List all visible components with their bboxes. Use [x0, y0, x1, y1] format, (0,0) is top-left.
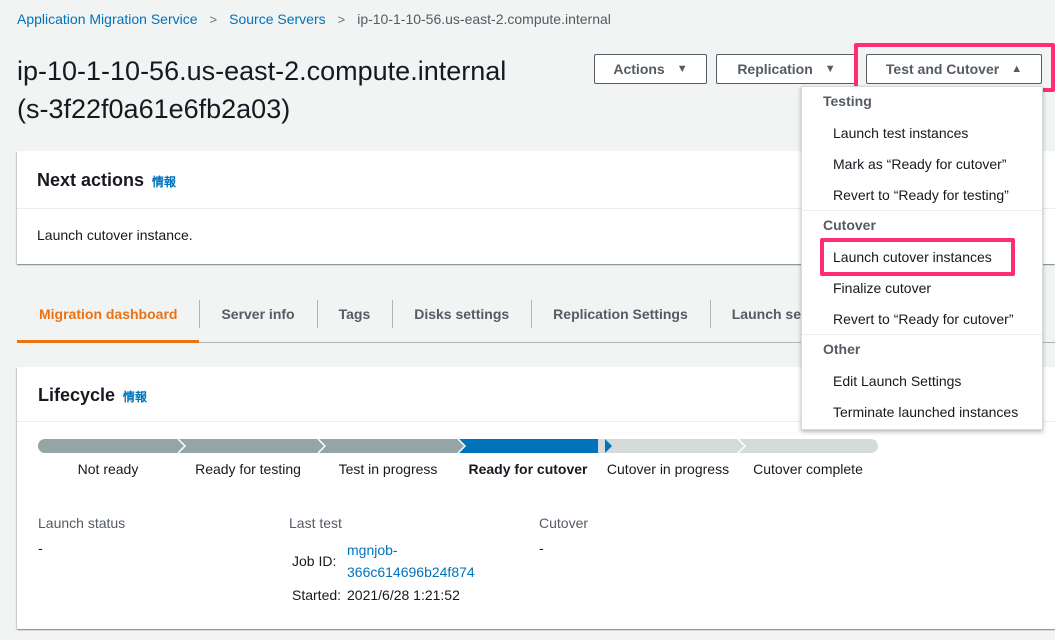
lifecycle-segment-cutover-complete [738, 439, 878, 453]
cutover-value: - [539, 540, 544, 556]
test-and-cutover-menu: Testing Launch test instances Mark as “R… [801, 86, 1043, 430]
chevron-right-icon: > [337, 11, 346, 27]
lifecycle-title: Lifecycle [38, 385, 116, 405]
menu-group-header: Other [823, 341, 861, 357]
menu-group-header: Testing [823, 93, 872, 109]
lifecycle-step-label: Not ready [77, 461, 139, 477]
job-id-line-1: mgnjob- [347, 542, 398, 558]
breadcrumb-link-mgn[interactable]: Application Migration Service [17, 11, 198, 27]
tab-migration-dashboard[interactable]: Migration dashboard [17, 298, 200, 343]
menu-item-edit-launch-settings[interactable]: Edit Launch Settings [802, 365, 1042, 396]
caret-up-icon: ▲ [1011, 63, 1023, 75]
test-and-cutover-button[interactable]: Test and Cutover ▲ [866, 54, 1042, 84]
menu-item-launch-cutover-instances[interactable]: Launch cutover instances [802, 241, 1042, 272]
page-title-hostname: ip-10-1-10-56.us-east-2.compute.internal [17, 56, 507, 86]
lifecycle-step-label-current: Ready for cutover [468, 461, 588, 477]
last-test-label: Last test [289, 515, 342, 531]
menu-group-other: Other Edit Launch Settings Terminate lau… [802, 334, 1042, 427]
replication-button-label: Replication [737, 61, 813, 77]
launch-status-label: Launch status [38, 515, 126, 531]
breadcrumb: Application Migration Service > Source S… [17, 11, 611, 27]
menu-group-header: Cutover [823, 217, 876, 233]
lifecycle-progress-bar [38, 439, 878, 453]
menu-item-revert-ready-for-cutover[interactable]: Revert to “Ready for cutover” [802, 303, 1042, 334]
breadcrumb-current: ip-10-1-10-56.us-east-2.compute.internal [357, 11, 611, 27]
launch-status-value: - [38, 540, 43, 556]
job-id-label: Job ID: [292, 553, 337, 569]
menu-item-mark-ready-for-cutover[interactable]: Mark as “Ready for cutover” [802, 148, 1042, 179]
tab-disks-settings[interactable]: Disks settings [392, 298, 531, 343]
test-and-cutover-button-label: Test and Cutover [885, 61, 1000, 77]
menu-group-cutover: Cutover Launch cutover instances Finaliz… [802, 210, 1042, 334]
menu-item-revert-ready-for-testing[interactable]: Revert to “Ready for testing” [802, 179, 1042, 210]
lifecycle-step-label: Test in progress [338, 461, 438, 477]
info-link[interactable]: 情報 [123, 390, 147, 404]
lifecycle-segment-not-ready [38, 439, 185, 453]
caret-down-icon: ▼ [824, 63, 836, 75]
lifecycle-step-label: Cutover in progress [606, 461, 730, 477]
menu-item-terminate-launched-instances[interactable]: Terminate launched instances [802, 396, 1042, 427]
menu-group-testing: Testing Launch test instances Mark as “R… [802, 87, 1042, 210]
chevron-right-icon: > [209, 11, 218, 27]
lifecycle-step-label: Ready for testing [195, 461, 301, 477]
breadcrumb-link-source-servers[interactable]: Source Servers [229, 11, 325, 27]
actions-button[interactable]: Actions ▼ [594, 54, 707, 84]
caret-down-icon: ▼ [676, 63, 688, 75]
next-actions-title: Next actions [37, 170, 145, 190]
menu-item-finalize-cutover[interactable]: Finalize cutover [802, 272, 1042, 303]
tab-tags[interactable]: Tags [316, 298, 393, 343]
job-id-line-2: 366c614696b24f874 [347, 564, 475, 580]
cutover-label: Cutover [539, 515, 589, 531]
tab-server-info[interactable]: Server info [199, 298, 316, 343]
menu-item-launch-test-instances[interactable]: Launch test instances [802, 117, 1042, 148]
lifecycle-segment-test-in-progress [318, 439, 465, 453]
info-link[interactable]: 情報 [152, 175, 176, 189]
lifecycle-step-label: Cutover complete [753, 461, 863, 477]
page-title: ip-10-1-10-56.us-east-2.compute.internal… [17, 52, 506, 128]
actions-button-label: Actions [613, 61, 665, 77]
job-id-link[interactable]: mgnjob- 366c614696b24f874 [347, 539, 475, 583]
lifecycle-segment-ready-for-testing [178, 439, 325, 453]
started-value: 2021/6/28 1:21:52 [347, 587, 460, 603]
started-label: Started: [292, 587, 342, 603]
lifecycle-segment-ready-for-cutover [458, 439, 605, 453]
page-title-server-id: (s-3f22f0a61e6fb2a03) [17, 94, 291, 124]
replication-button[interactable]: Replication ▼ [716, 54, 857, 84]
lifecycle-segment-cutover-in-progress [598, 439, 745, 453]
tab-replication-settings[interactable]: Replication Settings [531, 298, 710, 343]
